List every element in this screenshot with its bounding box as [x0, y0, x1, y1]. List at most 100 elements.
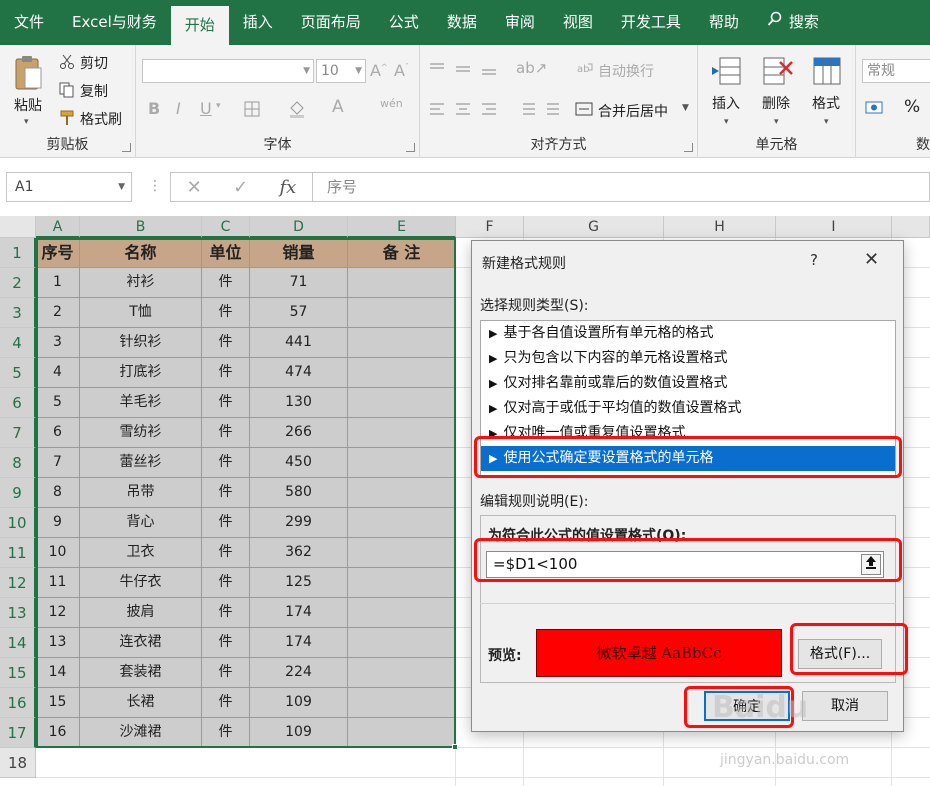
row-header-5[interactable]: 5	[0, 358, 36, 388]
fill-color-icon[interactable]	[286, 99, 308, 119]
table-cell[interactable]: 109	[250, 718, 348, 748]
column-header-f[interactable]: F	[456, 216, 524, 238]
table-cell[interactable]: 450	[250, 448, 348, 478]
column-header-b[interactable]: B	[80, 216, 202, 238]
table-cell[interactable]	[348, 538, 456, 568]
table-cell[interactable]: 牛仔衣	[80, 568, 202, 598]
column-header-h[interactable]: H	[664, 216, 776, 238]
table-cell[interactable]: 件	[202, 268, 250, 298]
underline-dropdown-icon[interactable]: ▾	[216, 101, 221, 111]
table-cell[interactable]: 224	[250, 658, 348, 688]
row-header-8[interactable]: 8	[0, 448, 36, 478]
rule-type-item[interactable]: ▶ 仅对高于或低于平均值的数值设置格式	[481, 396, 895, 421]
table-cell[interactable]	[348, 718, 456, 748]
table-cell[interactable]: 沙滩裙	[80, 718, 202, 748]
column-header-i[interactable]: I	[776, 216, 892, 238]
table-cell[interactable]: 雪纺衫	[80, 418, 202, 448]
table-cell[interactable]: 5	[36, 388, 80, 418]
borders-icon[interactable]	[242, 99, 262, 119]
table-cell[interactable]	[348, 478, 456, 508]
horizontal-align-icons[interactable]	[428, 99, 508, 119]
table-cell[interactable]: 打底衫	[80, 358, 202, 388]
table-cell[interactable]: 362	[250, 538, 348, 568]
font-color-icon[interactable]: A	[332, 97, 344, 117]
table-cell[interactable]: 109	[250, 688, 348, 718]
table-cell[interactable]: 2	[36, 298, 80, 328]
rule-type-item[interactable]: ▶ 使用公式确定要设置格式的单元格	[481, 446, 895, 471]
table-header-cell[interactable]: 备 注	[348, 238, 456, 268]
row-header-2[interactable]: 2	[0, 268, 36, 298]
accounting-format-icon[interactable]	[864, 97, 888, 119]
row-header-18[interactable]: 18	[0, 748, 36, 778]
wrap-text-button[interactable]: 自动换行	[598, 61, 654, 81]
table-cell[interactable]: 卫衣	[80, 538, 202, 568]
shrink-font-icon[interactable]: Aˇ	[394, 61, 409, 80]
insert-dropdown-icon[interactable]: ▾	[724, 117, 729, 127]
vertical-align-icons[interactable]	[428, 59, 508, 79]
table-cell[interactable]	[348, 508, 456, 538]
table-cell[interactable]	[348, 658, 456, 688]
format-dropdown-icon[interactable]: ▾	[824, 117, 829, 127]
fill-handle[interactable]	[452, 744, 458, 750]
tab-excel-finance[interactable]: Excel与财务	[58, 0, 171, 45]
table-cell[interactable]: 57	[250, 298, 348, 328]
font-name-combo[interactable]: ▼	[142, 59, 314, 83]
table-header-cell[interactable]: 序号	[36, 238, 80, 268]
table-cell[interactable]: 71	[250, 268, 348, 298]
paste-icon[interactable]	[12, 53, 44, 93]
format-button[interactable]: 格式(F)...	[798, 639, 882, 669]
table-cell[interactable]	[348, 358, 456, 388]
table-cell[interactable]: 7	[36, 448, 80, 478]
table-cell[interactable]: 130	[250, 388, 348, 418]
rule-type-list[interactable]: ▶ 基于各自值设置所有单元格的格式 ▶ 只为包含以下内容的单元格设置格式 ▶ 仅对排名靠前…	[480, 320, 896, 476]
column-header-c[interactable]: C	[202, 216, 250, 238]
formula-input[interactable]: 序号	[312, 172, 930, 202]
table-cell[interactable]: 件	[202, 598, 250, 628]
table-cell[interactable]: 15	[36, 688, 80, 718]
confirm-entry-icon[interactable]: ✓	[233, 177, 248, 198]
table-cell[interactable]: 件	[202, 328, 250, 358]
table-cell[interactable]: 件	[202, 508, 250, 538]
table-cell[interactable]	[348, 298, 456, 328]
cancel-entry-icon[interactable]: ✕	[187, 177, 202, 198]
row-header-15[interactable]: 15	[0, 658, 36, 688]
table-cell[interactable]: 11	[36, 568, 80, 598]
drag-handle-icon[interactable]: ⋮	[148, 178, 162, 194]
table-cell[interactable]: 474	[250, 358, 348, 388]
tab-view[interactable]: 视图	[549, 0, 607, 45]
font-size-combo[interactable]: 10 ▼	[316, 59, 366, 83]
insert-function-icon[interactable]: fx	[280, 177, 297, 198]
table-cell[interactable]: 174	[250, 628, 348, 658]
grow-font-icon[interactable]: A^	[370, 61, 388, 80]
table-cell[interactable]: 件	[202, 418, 250, 448]
tab-data[interactable]: 数据	[433, 0, 491, 45]
font-launcher-icon[interactable]	[406, 143, 415, 152]
table-cell[interactable]: 4	[36, 358, 80, 388]
number-format-combo[interactable]: 常规	[862, 59, 930, 83]
underline-button[interactable]: U	[200, 99, 212, 118]
table-cell[interactable]: 174	[250, 598, 348, 628]
rule-type-item[interactable]: ▶ 仅对排名靠前或靠后的数值设置格式	[481, 371, 895, 396]
table-cell[interactable]: 背心	[80, 508, 202, 538]
table-cell[interactable]	[348, 628, 456, 658]
column-header-g[interactable]: G	[524, 216, 664, 238]
table-cell[interactable]: 件	[202, 298, 250, 328]
table-cell[interactable]: 衬衫	[80, 268, 202, 298]
table-cell[interactable]	[348, 388, 456, 418]
row-header-4[interactable]: 4	[0, 328, 36, 358]
table-cell[interactable]: 266	[250, 418, 348, 448]
delete-dropdown-icon[interactable]: ▾	[774, 117, 779, 127]
tab-formulas[interactable]: 公式	[375, 0, 433, 45]
name-box[interactable]: A1 ▼	[6, 172, 132, 202]
row-header-3[interactable]: 3	[0, 298, 36, 328]
tab-file[interactable]: 文件	[0, 0, 58, 45]
table-cell[interactable]: 8	[36, 478, 80, 508]
tab-developer[interactable]: 开发工具	[607, 0, 695, 45]
tab-insert[interactable]: 插入	[229, 0, 287, 45]
table-cell[interactable]: 14	[36, 658, 80, 688]
table-cell[interactable]: 1	[36, 268, 80, 298]
merge-dropdown-icon[interactable]: ▼	[682, 103, 689, 113]
table-cell[interactable]	[348, 418, 456, 448]
table-cell[interactable]	[348, 268, 456, 298]
row-header-17[interactable]: 17	[0, 718, 36, 748]
